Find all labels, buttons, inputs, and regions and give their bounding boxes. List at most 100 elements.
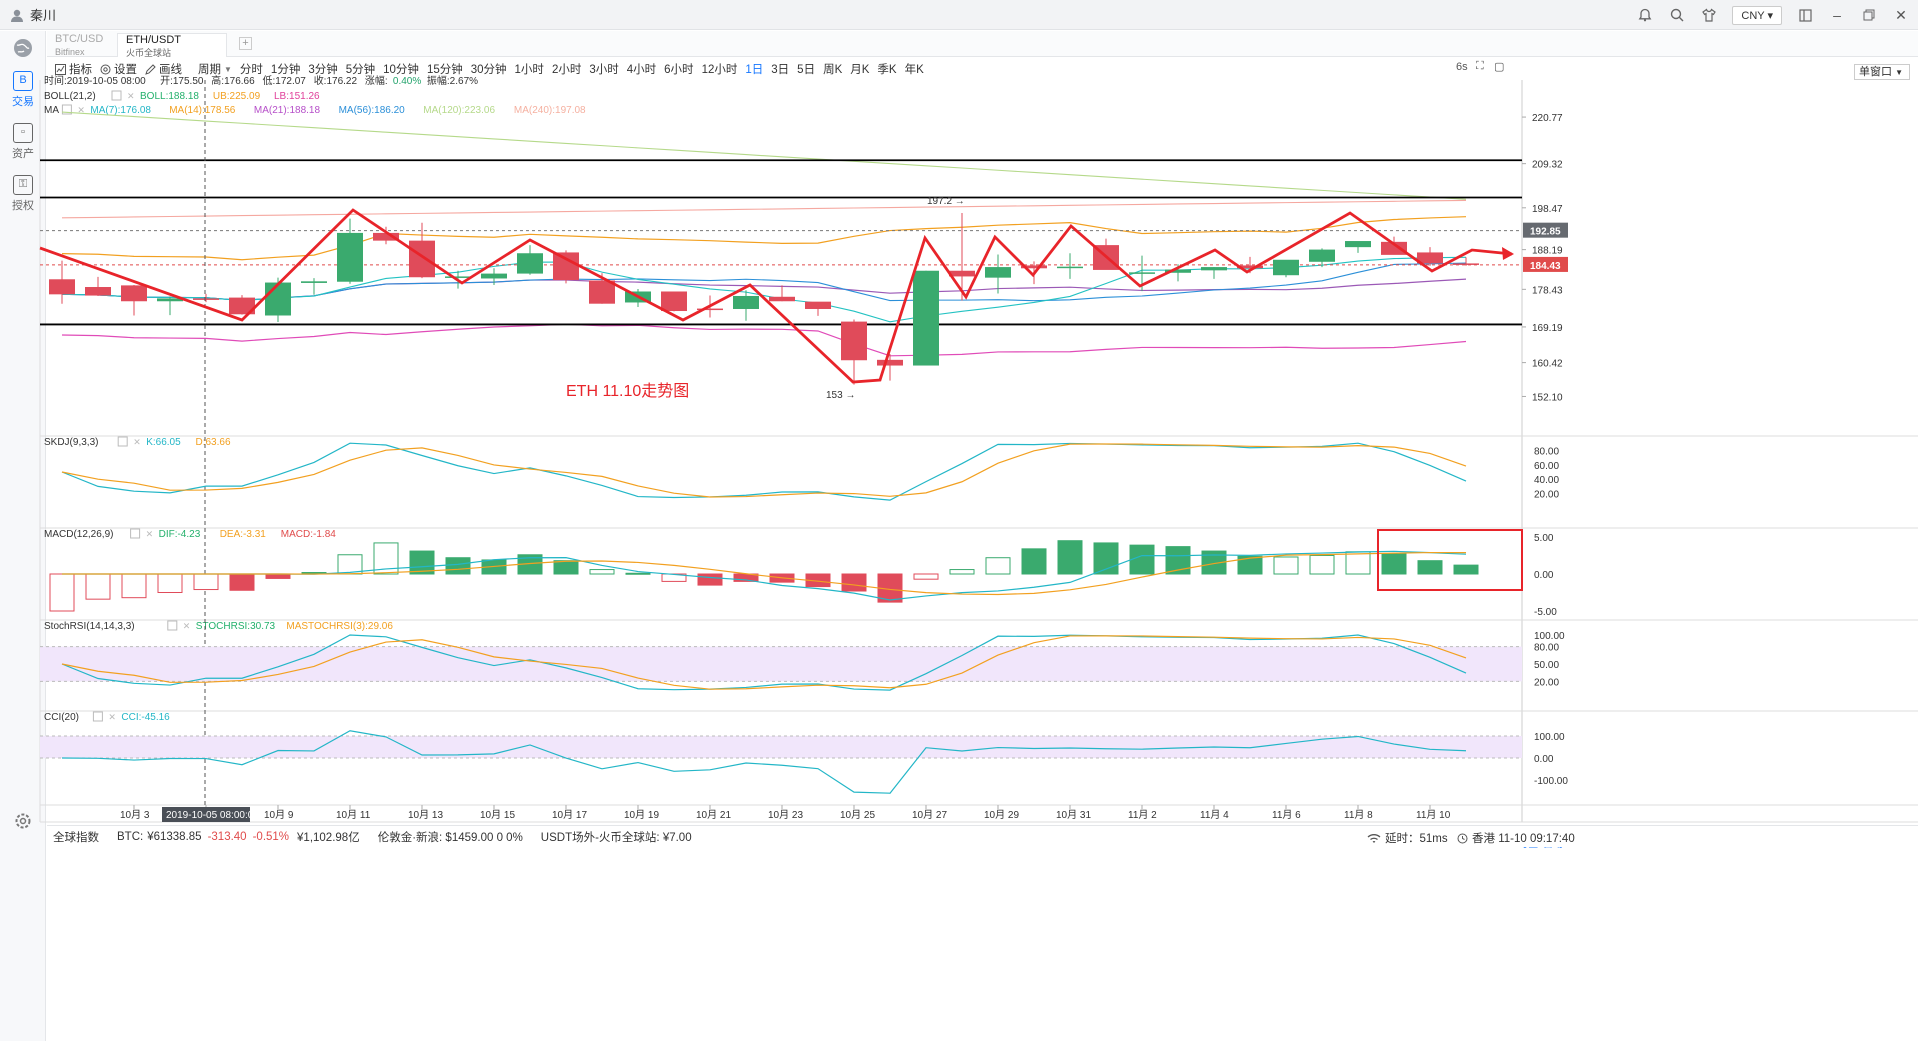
date-tick-label: 10月 21 <box>696 809 731 821</box>
price-tick-label: 152.10 <box>1532 392 1563 403</box>
indicator-value: MA(240):197.08 <box>514 105 586 116</box>
price-tick-label: 178.43 <box>1532 285 1563 296</box>
indicator-name: MA <box>44 105 59 116</box>
indicator-settings-icon <box>130 528 141 539</box>
latency-text: 延时：51ms <box>1385 833 1448 845</box>
macd-bar <box>985 557 1011 575</box>
status-bar: 全球指数 BTC: ¥61338.85 -313.40 -0.51% ¥1,10… <box>47 825 1918 847</box>
indicator-close-icon: ✕ <box>108 712 116 722</box>
candle-body <box>661 291 687 312</box>
candle-body <box>409 240 435 278</box>
macd-bar <box>1129 544 1155 575</box>
macd-bar <box>229 573 255 591</box>
global-index-label[interactable]: 全球指数 <box>53 829 99 845</box>
indicator-value: UB:225.09 <box>213 91 261 102</box>
btc-price: ¥61338.85 <box>147 830 202 843</box>
candle-body <box>481 273 507 279</box>
cci-axis-label: 0.00 <box>1534 754 1554 765</box>
candle-body <box>1345 241 1371 248</box>
date-tick-label: 10月 27 <box>912 809 947 821</box>
cci-band <box>40 736 1522 758</box>
btc-pct: -0.51% <box>252 830 290 843</box>
indicator-settings-icon <box>111 90 122 101</box>
info-field: 低:172.07 <box>263 74 307 87</box>
macd-bar <box>841 573 867 592</box>
macd-axis-label: 5.00 <box>1534 533 1554 544</box>
macd-axis-label: -5.00 <box>1534 607 1557 618</box>
indicator-close-icon: ✕ <box>127 91 135 101</box>
date-tick-label: 11月 10 <box>1416 809 1451 821</box>
indicator-value: MASTOCHRSI(3):29.06 <box>286 621 393 632</box>
ma120-line <box>61 111 1467 200</box>
date-tick-label: 11月 6 <box>1272 809 1301 821</box>
boll-upper-line <box>61 216 1467 261</box>
macd-bar <box>121 573 147 599</box>
btc-label: BTC: <box>117 830 144 843</box>
indicator-settings-icon <box>167 620 178 631</box>
candle-body <box>985 267 1011 278</box>
clock-icon <box>1457 833 1468 843</box>
macd-bar <box>553 560 579 575</box>
candle-body <box>49 279 75 295</box>
candle-body <box>1129 272 1155 274</box>
macd-bar <box>625 572 651 575</box>
price-tick-label: 209.32 <box>1532 160 1563 171</box>
indicator-value: DIF:-4.23 <box>159 529 201 540</box>
cci-axis-label: 100.00 <box>1534 732 1565 743</box>
indicator-value: DEA:-3.31 <box>220 529 267 540</box>
macd-bar <box>697 573 723 586</box>
price-tick-label: 160.42 <box>1532 359 1563 370</box>
stochrsi-axis-label: 80.00 <box>1534 643 1559 654</box>
price-tick-label: 188.19 <box>1532 246 1563 257</box>
chart-canvas[interactable]: 时间:2019-10-05 08:00 开:175.50 高:176.66 低:172… <box>0 0 1918 1041</box>
date-tick-label: 10月 15 <box>480 809 515 821</box>
cci-axis-label: -100.00 <box>1534 776 1568 787</box>
candle-body <box>337 232 363 282</box>
usdt-price: USDT场外-火币全球站: ¥7.00 <box>540 831 692 844</box>
indicator-name: CCI(20) <box>44 712 79 723</box>
candle-body <box>877 359 903 366</box>
indicator-name: StochRSI(14,14,3,3) <box>44 621 135 632</box>
macd-bar <box>193 573 219 591</box>
macd-bar <box>1381 553 1407 575</box>
candle-body <box>1453 263 1479 265</box>
date-tick-label: 11月 8 <box>1344 809 1373 821</box>
candle-body <box>445 276 471 278</box>
candle-body <box>841 321 867 361</box>
indicator-name: MACD(12,26,9) <box>44 529 113 540</box>
date-tick-label: 10月 19 <box>624 809 659 821</box>
macd-bar <box>1453 564 1479 575</box>
chart-caption: ETH 11.10走势图 <box>566 382 689 400</box>
stochrsi-band <box>40 646 1522 682</box>
skdj-axis-label: 80.00 <box>1534 446 1559 457</box>
indicator-value: D:63.66 <box>196 437 231 448</box>
date-tick-label: 10月 25 <box>840 809 875 821</box>
info-field-label: 涨幅: <box>365 74 388 87</box>
info-field: 收:176.22 <box>314 74 358 87</box>
indicator-value: LB:151.26 <box>274 91 320 102</box>
candle-body <box>733 295 759 309</box>
indicator-close-icon: ✕ <box>146 529 154 539</box>
price-tag-label: 192.85 <box>1530 227 1561 238</box>
info-field: 时间:2019-10-05 08:00 <box>44 74 146 87</box>
macd-bar <box>1057 540 1083 575</box>
macd-bar <box>913 573 939 580</box>
macd-bar <box>1345 551 1371 575</box>
indicator-value: BOLL:188.18 <box>140 91 199 102</box>
macd-bar <box>589 569 615 575</box>
date-tick-label: 11月 2 <box>1128 809 1157 821</box>
date-tick-label: 10月 3 <box>120 809 150 821</box>
indicator-value: MA(120):223.06 <box>423 105 495 116</box>
boll-lower-line <box>61 323 1467 357</box>
candle-body <box>301 281 327 283</box>
date-tick-label: 10月 9 <box>264 809 294 821</box>
macd-bar <box>445 557 471 575</box>
date-tick-label: 10月 29 <box>984 809 1019 821</box>
indicator-value: STOCHRSI:30.73 <box>196 621 276 632</box>
price-tag-label: 184.43 <box>1530 261 1561 272</box>
skdj-d-line <box>61 443 1467 498</box>
candle-body <box>1201 267 1227 271</box>
macd-bar <box>949 569 975 575</box>
indicator-value: CCI:-45.16 <box>121 712 170 723</box>
info-amplitude: 振幅:2.67% <box>427 74 478 87</box>
